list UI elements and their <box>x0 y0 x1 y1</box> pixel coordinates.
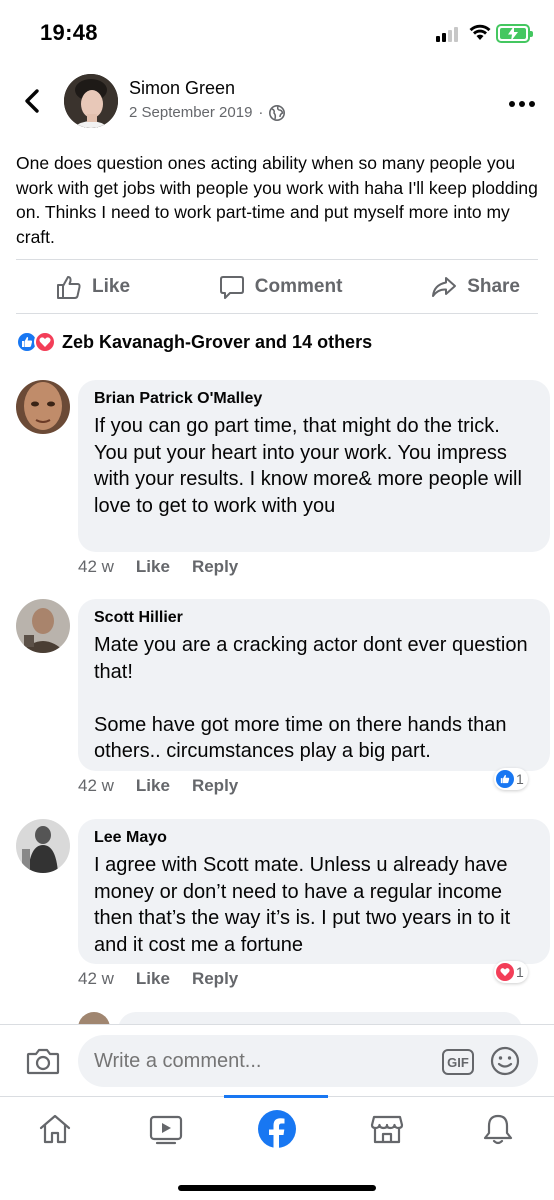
reactions-summary[interactable]: Zeb Kavanagh-Grover and 14 others <box>16 330 372 354</box>
marketplace-icon <box>370 1115 404 1144</box>
emoji-button[interactable] <box>490 1046 520 1081</box>
comment-text: Mate you are a cracking actor dont ever … <box>94 634 528 762</box>
comment-bubble[interactable]: Lee Mayo I agree with Scott mate. Unless… <box>78 819 550 964</box>
comment-text: I agree with Scott mate. Unless u alread… <box>94 854 511 956</box>
facebook-icon <box>258 1110 296 1149</box>
comment-bubble[interactable]: Brian Patrick O'Malley If you can go par… <box>78 380 550 552</box>
comment-time: 42 w <box>78 557 114 576</box>
comment-reply-button[interactable]: Reply <box>192 776 238 796</box>
post-date[interactable]: 2 September 2019 <box>129 104 252 121</box>
reactions-text: Zeb Kavanagh-Grover and 14 others <box>62 331 373 352</box>
love-reaction-icon <box>34 331 56 353</box>
tab-bar <box>0 1095 554 1200</box>
comment-reply-button[interactable]: Reply <box>192 969 238 989</box>
commenter-name[interactable]: Scott Hillier <box>94 609 534 627</box>
home-indicator <box>178 1185 376 1191</box>
tab-home[interactable] <box>25 1107 85 1151</box>
meta-separator: · <box>258 104 264 121</box>
commenter-avatar[interactable] <box>16 819 70 873</box>
post-meta: 2 September 2019 · <box>129 104 286 121</box>
comment-time: 42 w <box>78 969 114 988</box>
post-text: One does question ones acting ability wh… <box>16 153 538 247</box>
comment-text: If you can go part time, that might do t… <box>94 415 522 517</box>
wifi-icon <box>468 22 492 47</box>
commenter-name[interactable]: Brian Patrick O'Malley <box>94 390 534 408</box>
status-bar: 19:48 <box>0 0 554 64</box>
post-author-avatar[interactable] <box>64 74 118 128</box>
comment-composer: GIF <box>0 1024 554 1096</box>
comment-like-button[interactable]: Like <box>136 776 170 796</box>
home-icon <box>39 1114 71 1144</box>
notifications-icon <box>483 1114 513 1145</box>
globe-icon <box>269 104 286 121</box>
camera-icon <box>26 1048 60 1075</box>
comment-bubble[interactable]: Scott Hillier Mate you are a cracking ac… <box>78 599 550 771</box>
reaction-count: 1 <box>516 964 524 980</box>
cellular-signal-icon <box>436 26 462 42</box>
comment-meta: 42 w Like Reply <box>78 776 238 796</box>
comment-meta: 42 w Like Reply <box>78 557 238 577</box>
share-label: Share <box>467 276 520 297</box>
comment-reply-button[interactable]: Reply <box>192 557 238 577</box>
comment-label: Comment <box>254 276 343 297</box>
thumbs-up-icon <box>57 276 81 299</box>
battery-charging-icon <box>496 24 533 43</box>
commenter-avatar[interactable] <box>16 380 70 434</box>
post-author-name[interactable]: Simon Green <box>129 78 235 99</box>
comment-meta: 42 w Like Reply <box>78 969 238 989</box>
more-options-button[interactable] <box>508 96 536 107</box>
comment-button[interactable]: Comment <box>181 274 381 300</box>
commenter-name[interactable]: Lee Mayo <box>94 829 534 847</box>
like-reaction-icon <box>496 770 514 788</box>
reaction-count: 1 <box>516 771 524 787</box>
back-button[interactable] <box>20 86 46 116</box>
tab-watch[interactable] <box>136 1107 196 1151</box>
like-label: Like <box>92 276 131 297</box>
smiley-icon <box>490 1046 520 1076</box>
comment-time: 42 w <box>78 776 114 795</box>
tab-notifications[interactable] <box>468 1107 528 1151</box>
share-arrow-icon <box>432 277 457 297</box>
watch-icon <box>149 1115 183 1145</box>
active-tab-indicator <box>224 1095 328 1098</box>
comment-reaction-badge[interactable]: 1 <box>494 961 528 983</box>
comment-like-button[interactable]: Like <box>136 557 170 577</box>
post-actions: Like Comment Share <box>16 260 538 314</box>
divider <box>16 313 538 314</box>
tab-marketplace[interactable] <box>357 1107 417 1151</box>
like-button[interactable]: Like <box>16 274 168 300</box>
chevron-left-icon <box>25 89 39 113</box>
status-time: 19:48 <box>40 20 98 45</box>
gif-button[interactable]: GIF <box>442 1049 474 1075</box>
tab-feed[interactable] <box>247 1107 307 1151</box>
ellipsis-icon <box>509 101 535 107</box>
love-reaction-icon <box>496 963 514 981</box>
comment-reaction-badge[interactable]: 1 <box>494 768 528 790</box>
share-button[interactable]: Share <box>393 274 538 300</box>
camera-button[interactable] <box>26 1047 60 1080</box>
comment-bubble-icon <box>219 276 244 299</box>
commenter-avatar[interactable] <box>16 599 70 653</box>
comment-like-button[interactable]: Like <box>136 969 170 989</box>
